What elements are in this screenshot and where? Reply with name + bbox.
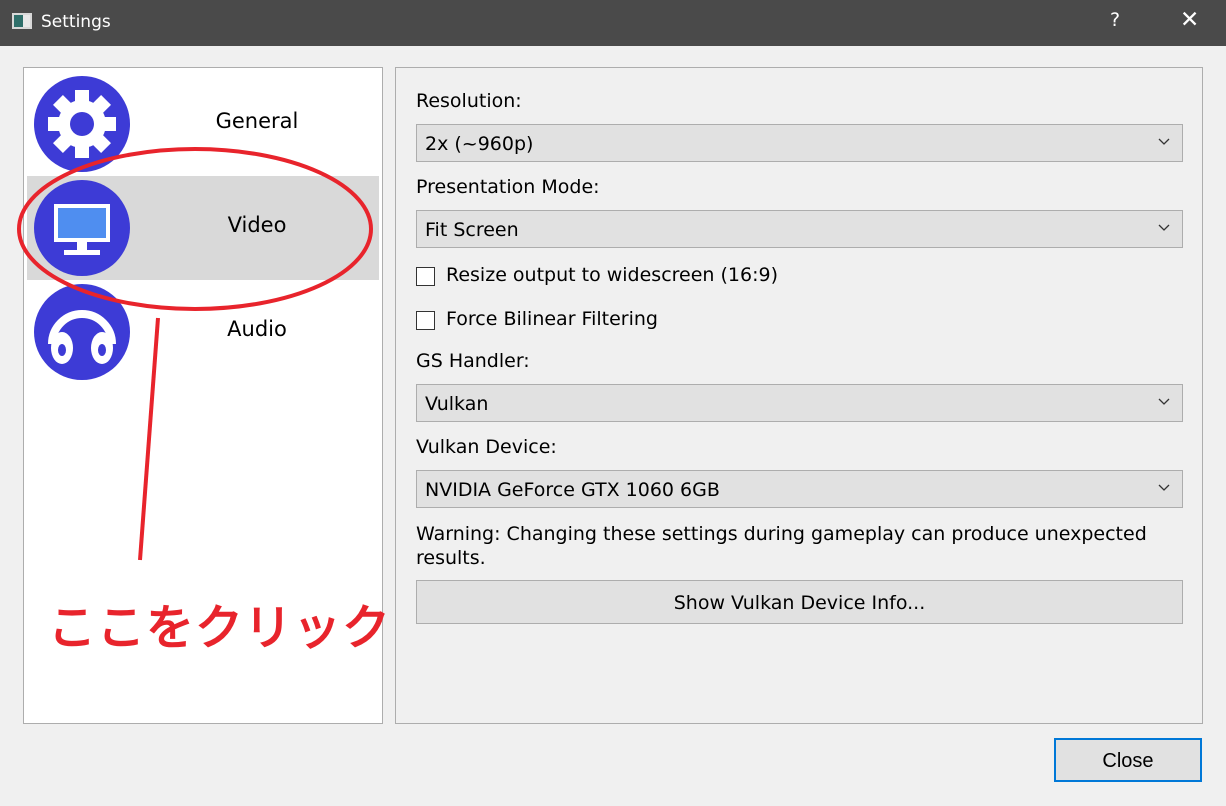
sidebar-item-label: Audio [227, 317, 287, 341]
monitor-icon [34, 180, 130, 276]
help-button[interactable]: ? [1110, 9, 1120, 31]
widescreen-label[interactable]: Resize output to widescreen (16:9) [446, 264, 778, 286]
chevron-down-icon [1158, 138, 1170, 145]
chevron-down-icon [1158, 484, 1170, 491]
title-bar: Settings ? ✕ [0, 0, 1226, 46]
sidebar-item-video[interactable]: Video [27, 176, 379, 280]
gs-handler-select[interactable]: Vulkan [416, 384, 1183, 422]
gear-icon [34, 76, 130, 172]
window-title: Settings [41, 12, 111, 32]
video-settings-panel: Resolution: 2x (~960p) Presentation Mode… [395, 67, 1203, 724]
widescreen-checkbox[interactable] [416, 267, 435, 286]
gs-handler-value: Vulkan [425, 393, 489, 415]
chevron-down-icon [1158, 224, 1170, 231]
sidebar-item-general[interactable]: General [27, 72, 379, 176]
window-close-button[interactable]: ✕ [1180, 7, 1199, 33]
gs-handler-label: GS Handler: [416, 350, 530, 372]
sidebar-item-label: Video [227, 213, 287, 237]
bilinear-checkbox[interactable] [416, 311, 435, 330]
resolution-select[interactable]: 2x (~960p) [416, 124, 1183, 162]
resolution-value: 2x (~960p) [425, 133, 534, 155]
show-vulkan-device-info-button[interactable]: Show Vulkan Device Info... [416, 580, 1183, 624]
presentation-mode-label: Presentation Mode: [416, 176, 600, 198]
close-button[interactable]: Close [1054, 738, 1202, 782]
vulkan-device-value: NVIDIA GeForce GTX 1060 6GB [425, 479, 720, 501]
headphones-icon [34, 284, 130, 380]
resolution-label: Resolution: [416, 90, 522, 112]
presentation-mode-select[interactable]: Fit Screen [416, 210, 1183, 248]
annotation-text: ここをクリック [48, 600, 392, 656]
bilinear-label[interactable]: Force Bilinear Filtering [446, 308, 658, 330]
presentation-mode-value: Fit Screen [425, 219, 519, 241]
chevron-down-icon [1158, 398, 1170, 405]
app-icon [12, 13, 32, 29]
vulkan-device-select[interactable]: NVIDIA GeForce GTX 1060 6GB [416, 470, 1183, 508]
sidebar-item-audio[interactable]: Audio [27, 280, 379, 384]
sidebar-item-label: General [215, 109, 299, 133]
warning-text: Warning: Changing these settings during … [416, 523, 1147, 569]
vulkan-device-label: Vulkan Device: [416, 436, 557, 458]
